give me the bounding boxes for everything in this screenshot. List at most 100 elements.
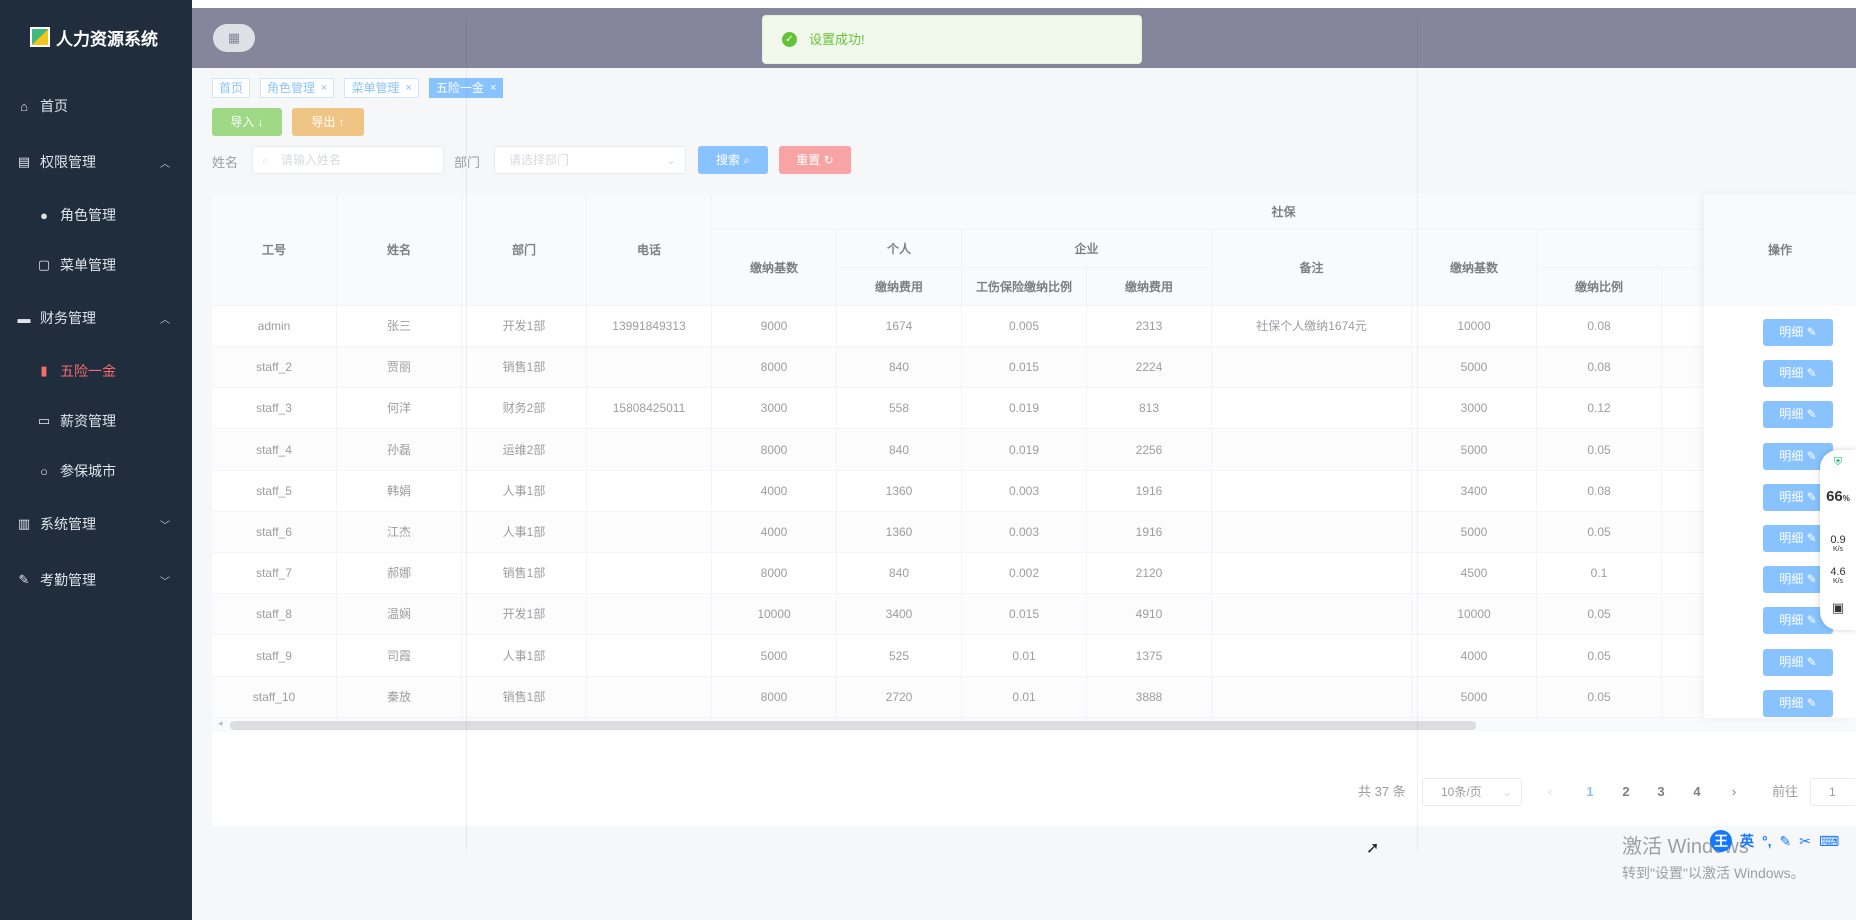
header-base2: 缴纳基数 (1412, 230, 1537, 306)
page-1[interactable]: 1 (1578, 778, 1602, 806)
app-logo[interactable]: 人力资源系统 (0, 0, 192, 74)
header-social: 社保 (712, 194, 1856, 230)
table-row[interactable]: staff_5 韩娟 人事1部 4000 1360 0.003 1916 3400 0.08 (212, 470, 1856, 512)
sidebar-item-label: 权限管理 (40, 154, 96, 170)
detail-button[interactable]: 明细 ✎ (1763, 648, 1833, 676)
menu-icon: ▢ (37, 257, 51, 272)
sidebar-item-home[interactable]: ⌂ 首页 (0, 78, 192, 134)
prev-page-button[interactable]: ‹ (1538, 778, 1562, 806)
sidebar-item-system[interactable]: ▥ 系统管理 ﹀ (0, 496, 192, 552)
top-strip (192, 0, 1856, 8)
tag-menus[interactable]: 菜单管理 × (344, 78, 419, 98)
page-size-select[interactable]: 10条/页 ⌄ (1422, 778, 1522, 806)
cell-emp-no: staff_9 (212, 635, 337, 677)
detail-button[interactable]: 明细 ✎ (1763, 401, 1833, 429)
cell-name: 张三 (337, 306, 462, 347)
cell-injury-ratio: 0.019 (962, 388, 1087, 430)
cell-ratio: 0.05 (1537, 429, 1662, 471)
sidebar-item-menus[interactable]: ▢ 菜单管理 (0, 240, 192, 290)
detail-button[interactable]: 明细 ✎ (1763, 319, 1833, 346)
cell-remark (1212, 553, 1412, 595)
cell-company-fee: 1916 (1087, 470, 1212, 512)
tag-insurance[interactable]: 五险一金 × (428, 78, 504, 98)
cell-injury-ratio: 0.015 (962, 347, 1087, 389)
horizontal-scrollbar[interactable]: ◂ (212, 718, 1856, 732)
table-row[interactable]: staff_9 司霞 人事1部 5000 525 0.01 1375 4000 0.05 (212, 635, 1856, 677)
cell-emp-no: staff_4 (212, 429, 337, 471)
grid-toggle-button[interactable]: ▦ (213, 24, 255, 52)
sidebar-item-permissions[interactable]: ▤ 权限管理 ︿ (0, 134, 192, 190)
name-search-input[interactable]: ⌕ 请输入姓名 (252, 146, 444, 174)
sidebar-item-label: 系统管理 (40, 516, 96, 532)
cell-phone (587, 594, 712, 636)
cell-phone (587, 470, 712, 512)
scissors-icon[interactable]: ✂ (1799, 833, 1811, 850)
header-pay-fee: 缴纳费用 (837, 268, 962, 306)
sidebar-item-salary[interactable]: ▭ 薪资管理 (0, 396, 192, 446)
ime-mode[interactable]: 英 (1740, 831, 1754, 851)
sidebar-item-insurance[interactable]: ▮ 五险一金 (0, 346, 192, 396)
cell-base: 4000 (712, 470, 837, 512)
tag-label: 五险一金 (435, 81, 484, 95)
cell-ratio: 0.05 (1537, 635, 1662, 677)
search-button[interactable]: 搜索 ⌕ (698, 146, 768, 174)
cell-company-fee: 3888 (1087, 676, 1212, 718)
table-row[interactable]: staff_10 秦放 销售1部 8000 2720 0.01 3888 5000 0.05 (212, 676, 1856, 718)
cell-injury-ratio: 0.002 (962, 553, 1087, 595)
ime-toolbar[interactable]: 王 英 °, ✎ ✂ ⌨ (1710, 828, 1856, 854)
table-row[interactable]: staff_6 江杰 人事1部 4000 1360 0.003 1916 5000 0.05 (212, 512, 1856, 553)
table-row[interactable]: admin 张三 开发1部 13991849313 9000 1674 0.005 2313 社… (212, 306, 1856, 347)
reset-button[interactable]: 重置 ↻ (779, 146, 851, 174)
chevron-up-icon: ︿ (160, 158, 170, 170)
detail-button[interactable]: 明细 ✎ (1763, 360, 1833, 388)
cell-base: 3000 (712, 388, 837, 430)
tag-roles[interactable]: 角色管理 × (260, 78, 335, 98)
close-icon[interactable]: × (490, 79, 496, 97)
clipboard-icon[interactable]: ▣ (1820, 600, 1856, 616)
page-size-value: 10条/页 (1441, 785, 1482, 799)
pen-icon[interactable]: ✎ (1780, 833, 1792, 850)
system-monitor-widget[interactable]: ⛨ 66% 0.9 K/s 4.6 K/s ▣ (1820, 450, 1856, 630)
cell-base2: 3000 (1412, 388, 1537, 430)
punctuation-icon[interactable]: °, (1762, 833, 1772, 849)
close-icon[interactable]: × (321, 79, 327, 97)
table-row[interactable]: staff_7 郝娜 销售1部 8000 840 0.002 2120 4500 0.1 (212, 553, 1856, 595)
cell-ratio: 0.05 (1537, 676, 1662, 718)
cell-personal-fee: 558 (837, 388, 962, 430)
close-icon[interactable]: × (405, 79, 411, 97)
cell-name: 温娴 (337, 594, 462, 636)
sidebar-item-label: 五险一金 (60, 363, 116, 379)
next-page-button[interactable]: › (1722, 778, 1746, 806)
table-row[interactable]: staff_4 孙磊 运维2部 8000 840 0.019 2256 5000 0.05 (212, 429, 1856, 471)
page-2[interactable]: 2 (1614, 778, 1638, 806)
sidebar-item-roles[interactable]: ● 角色管理 (0, 190, 192, 240)
dept-select[interactable]: 请选择部门 ⌄ (494, 146, 686, 174)
import-button[interactable]: 导入 ↓ (212, 108, 282, 136)
table-row[interactable]: staff_2 贾丽 销售1部 8000 840 0.015 2224 5000 0.08 (212, 347, 1856, 389)
keyboard-icon[interactable]: ⌨ (1819, 833, 1839, 850)
tag-home[interactable]: 首页 (212, 78, 251, 98)
name-placeholder: 请输入姓名 (281, 153, 342, 167)
sidebar-item-cities[interactable]: ○ 参保城市 (0, 446, 192, 496)
table-row[interactable]: staff_3 何洋 财务2部 15808425011 3000 558 0.019 813 3… (212, 388, 1856, 430)
scroll-left-icon[interactable]: ◂ (218, 718, 223, 729)
bar-chart-icon: ▮ (40, 363, 48, 378)
detail-button[interactable]: 明细 ✎ (1763, 689, 1833, 717)
sidebar-item-finance[interactable]: ▬ 财务管理 ︿ (0, 290, 192, 346)
ime-logo-icon[interactable]: 王 (1710, 830, 1732, 852)
reset-button-label: 重置 (796, 153, 821, 167)
cpu-percent: 66% (1820, 488, 1856, 505)
logo-icon (30, 27, 50, 47)
page-4[interactable]: 4 (1685, 778, 1709, 806)
cpu-percent-unit: % (1842, 494, 1850, 503)
goto-page-input[interactable]: 1 (1810, 778, 1856, 806)
scrollbar-thumb[interactable] (230, 721, 1476, 730)
sidebar-item-label: 角色管理 (60, 207, 116, 223)
sidebar-item-attendance[interactable]: ✎ 考勤管理 ﹀ (0, 552, 192, 608)
table-row[interactable]: staff_8 温娴 开发1部 10000 3400 0.015 4910 10000 0.05 (212, 594, 1856, 636)
page-3[interactable]: 3 (1649, 778, 1673, 806)
cell-name: 何洋 (337, 388, 462, 430)
cell-base: 9000 (712, 306, 837, 347)
cell-remark (1212, 347, 1412, 389)
export-button[interactable]: 导出 ↑ (292, 108, 364, 136)
